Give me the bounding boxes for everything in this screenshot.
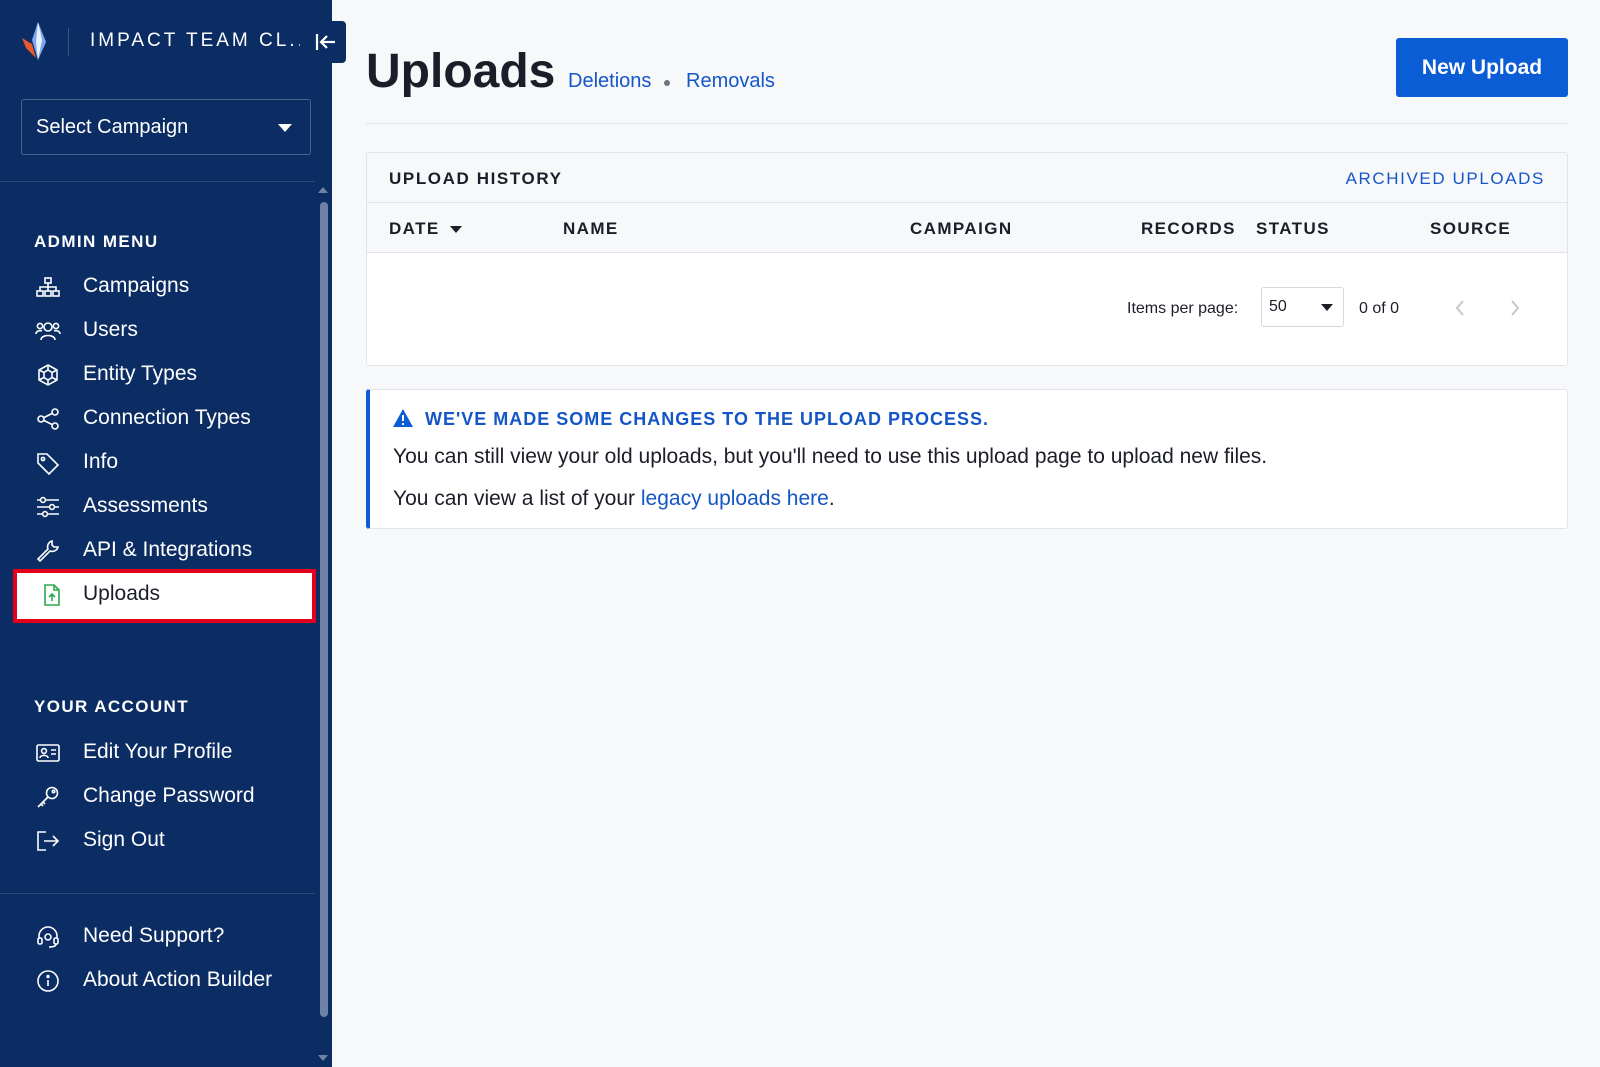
column-header-label: DATE [389,219,440,238]
column-header-status[interactable]: STATUS [1256,219,1330,239]
tag-icon [37,453,60,475]
sidebar-item-assessments[interactable]: Assessments [0,485,315,529]
app-root: IMPACT TEAM CL... Select Campaign ADMIN … [0,0,1600,1067]
table-header-row: DATE NAME CAMPAIGN RECORDS STATUS SOURCE [367,203,1567,253]
removals-link[interactable]: Removals [686,70,775,93]
sidebar-item-need-support[interactable]: Need Support? [0,915,315,959]
sitemap-icon [36,277,60,297]
new-upload-button[interactable]: New Upload [1396,38,1568,97]
sidebar: IMPACT TEAM CL... Select Campaign ADMIN … [0,0,346,1067]
sign-out-icon [37,831,60,851]
sidebar-item-label: About Action Builder [83,968,273,991]
header-divider [68,28,69,56]
collapse-sidebar-button[interactable] [306,21,346,63]
your-account-title: YOUR ACCOUNT [34,697,189,716]
sidebar-item-campaigns[interactable]: Campaigns [0,265,315,309]
sidebar-item-label: Campaigns [83,274,190,297]
column-header-name[interactable]: NAME [563,219,619,239]
upload-process-notice: WE'VE MADE SOME CHANGES TO THE UPLOAD PR… [366,389,1568,529]
sidebar-item-label: Assessments [83,494,208,517]
file-upload-icon [44,584,60,606]
campaign-select[interactable]: Select Campaign [21,99,311,155]
chevron-left-icon [1455,300,1464,316]
legacy-uploads-link[interactable]: legacy uploads here [641,487,829,510]
page-title: Uploads [366,45,556,98]
column-header-campaign[interactable]: CAMPAIGN [910,219,1013,239]
chevron-right-icon [1511,300,1520,316]
action-builder-logo-icon[interactable] [18,20,50,62]
admin-menu-title: ADMIN MENU [34,232,159,251]
main-content: Uploads Deletions Removals New Upload UP… [332,0,1600,1067]
notice-title: WE'VE MADE SOME CHANGES TO THE UPLOAD PR… [425,409,990,429]
sliders-icon [37,496,59,518]
header-divider [366,123,1568,124]
sidebar-item-label: Sign Out [83,828,165,851]
upload-history-header: UPLOAD HISTORY ARCHIVED UPLOADS [367,153,1567,203]
headset-icon [37,926,59,948]
sidebar-item-connection-types[interactable]: Connection Types [0,397,315,441]
notice-legacy-prefix: You can view a list of your [393,487,641,510]
next-page-button[interactable] [1500,293,1530,323]
previous-page-button[interactable] [1445,293,1475,323]
sidebar-item-sign-out[interactable]: Sign Out [0,819,315,863]
key-icon [37,786,59,808]
sidebar-divider [0,181,315,182]
users-icon [35,322,61,341]
table-paginator: Items per page: 50 0 of 0 [367,253,1567,365]
sidebar-item-label: Connection Types [83,406,251,429]
notice-legacy-message: You can view a list of your legacy uploa… [393,487,835,511]
sidebar-item-edit-profile[interactable]: Edit Your Profile [0,731,315,775]
deletions-link[interactable]: Deletions [568,70,651,93]
sidebar-item-uploads[interactable]: Uploads [13,569,316,623]
scroll-up-arrow-icon[interactable] [318,187,328,193]
organization-name[interactable]: IMPACT TEAM CL... [90,30,300,52]
sort-descending-icon [449,226,462,234]
column-header-records[interactable]: RECORDS [1141,219,1236,239]
scroll-down-arrow-icon[interactable] [318,1055,328,1061]
sidebar-item-about[interactable]: About Action Builder [0,959,315,1003]
sidebar-item-users[interactable]: Users [0,309,315,353]
campaign-select-value: Select Campaign [36,115,189,138]
sidebar-scroll-thumb[interactable] [320,202,328,1017]
link-separator-dot [664,80,670,86]
upload-history-title: UPLOAD HISTORY [389,169,563,188]
sidebar-item-change-password[interactable]: Change Password [0,775,315,819]
column-header-date[interactable]: DATE [389,219,462,239]
items-per-page-value: 50 [1269,298,1287,315]
chevron-down-icon [278,124,292,132]
sidebar-item-label: API & Integrations [83,538,253,561]
sidebar-item-label: Entity Types [83,362,198,385]
hexagon-cube-icon [38,364,58,386]
chevron-down-icon [1321,304,1333,311]
archived-uploads-link[interactable]: ARCHIVED UPLOADS [1346,169,1545,189]
sidebar-divider [0,893,315,894]
info-circle-icon [37,970,59,992]
sidebar-item-label: Change Password [83,784,255,807]
sidebar-item-info[interactable]: Info [0,441,315,485]
sidebar-item-label: Edit Your Profile [83,740,233,763]
warning-triangle-icon [393,409,413,427]
notice-message: You can still view your old uploads, but… [393,445,1268,468]
notice-legacy-suffix: . [828,487,835,510]
sidebar-item-label: Users [83,318,138,341]
sidebar-item-label: Need Support? [83,924,225,947]
sidebar-item-entity-types[interactable]: Entity Types [0,353,315,397]
column-header-source[interactable]: SOURCE [1430,219,1511,239]
sidebar-item-label: Uploads [83,582,161,605]
items-per-page-select[interactable]: 50 [1261,287,1344,327]
sidebar-item-api-integrations[interactable]: API & Integrations [0,529,315,573]
wrench-icon [36,539,60,563]
sidebar-header: IMPACT TEAM CL... [0,0,346,82]
upload-history-card: UPLOAD HISTORY ARCHIVED UPLOADS DATE NAM… [366,152,1568,366]
sidebar-item-label: Info [83,450,119,473]
page-range-label: 0 of 0 [1359,300,1400,317]
collapse-left-icon [315,34,335,50]
items-per-page-label: Items per page: [1127,300,1239,317]
id-card-icon [36,744,60,762]
share-nodes-icon [37,408,59,430]
